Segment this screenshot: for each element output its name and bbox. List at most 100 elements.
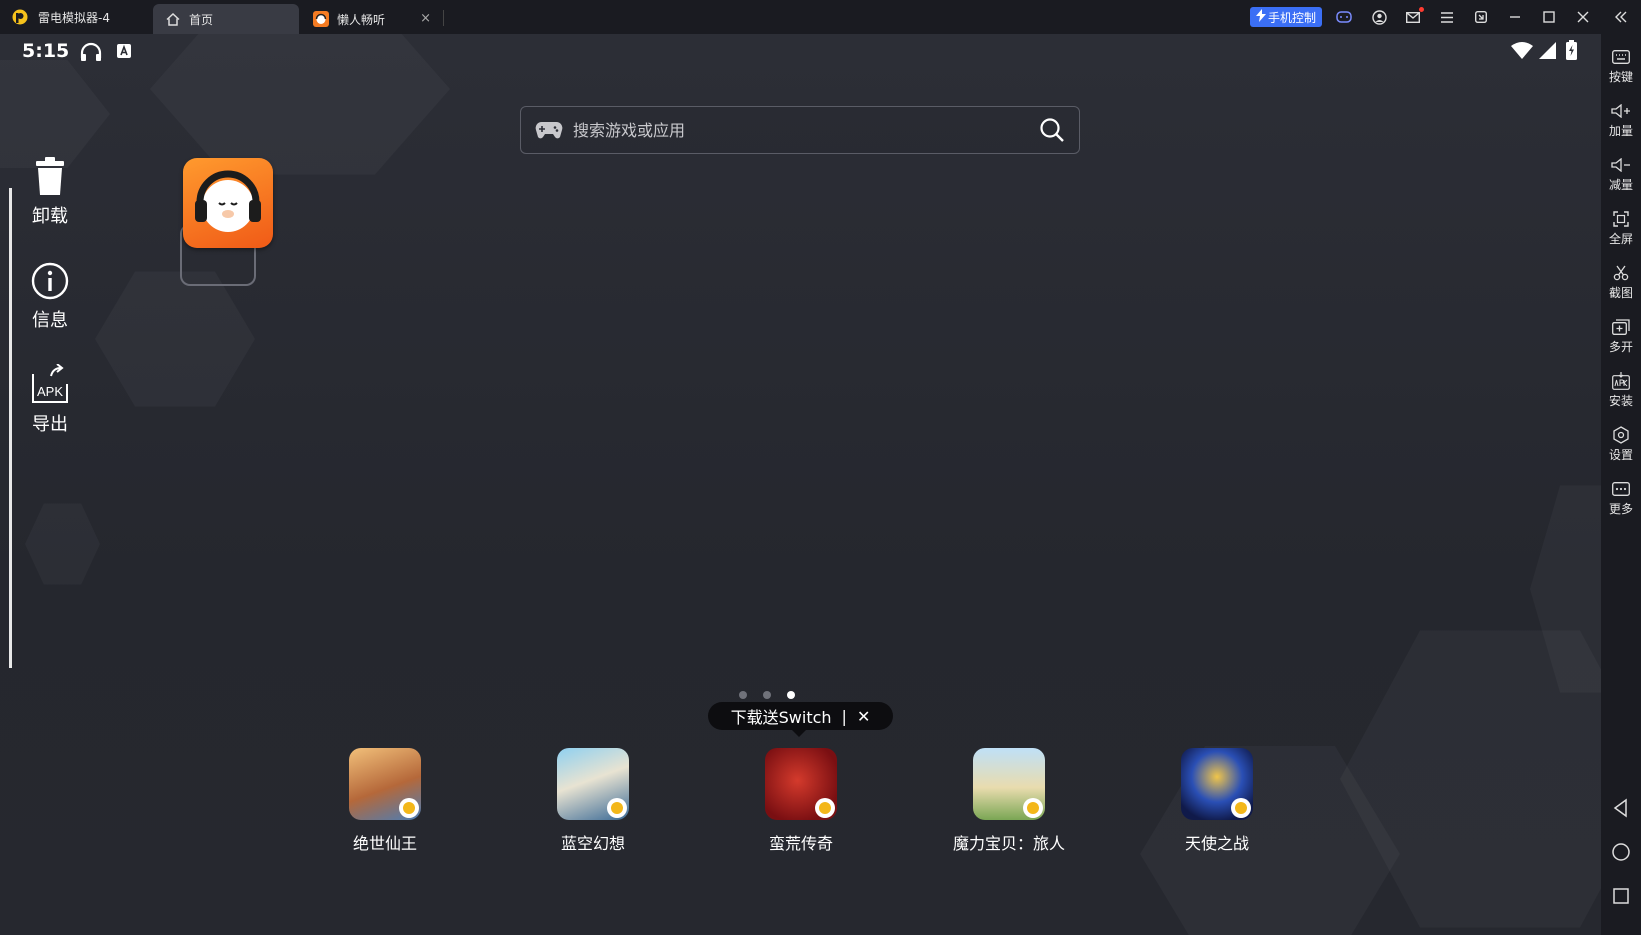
lanren-headphones-icon bbox=[195, 170, 261, 232]
install-apk-button[interactable]: 安装 bbox=[1601, 370, 1641, 409]
uninstall-label: 卸载 bbox=[32, 206, 68, 227]
collapse-sidebar-icon[interactable] bbox=[1612, 8, 1630, 26]
maximize-icon[interactable] bbox=[1540, 8, 1558, 26]
settings-label: 设置 bbox=[1608, 448, 1633, 462]
menu-icon[interactable] bbox=[1438, 8, 1456, 26]
ld-badge-icon bbox=[399, 798, 419, 818]
tab-lanren[interactable]: 懒人畅听 × bbox=[301, 4, 441, 34]
phone-control-label: 手机控制 bbox=[1268, 10, 1317, 25]
dock-app-jueshixianwang[interactable]: 绝世仙王 bbox=[305, 748, 465, 854]
tab-divider bbox=[443, 10, 444, 26]
minimize-icon[interactable] bbox=[1506, 8, 1524, 26]
fullscreen-button[interactable]: 全屏 bbox=[1601, 208, 1641, 247]
battery-charging-icon bbox=[1566, 40, 1577, 60]
scissors-icon bbox=[1613, 265, 1629, 281]
gamepad-icon[interactable] bbox=[1335, 8, 1353, 26]
dock-app-manhuangchuanqi[interactable]: 蛮荒传奇 bbox=[721, 748, 881, 854]
promo-text: 下载送Switch bbox=[730, 708, 832, 727]
window-title: 雷电模拟器-4 bbox=[38, 11, 110, 25]
lanren-app-icon bbox=[313, 11, 329, 27]
screenshot-button[interactable]: 截图 bbox=[1601, 262, 1641, 301]
volume-up-label: 加量 bbox=[1608, 124, 1633, 138]
apk-install-icon bbox=[1612, 372, 1630, 390]
nav-back-icon[interactable] bbox=[1611, 798, 1631, 818]
android-screen[interactable]: 5:15 卸载 bbox=[0, 34, 1601, 935]
dock-app-label: 绝世仙王 bbox=[352, 834, 417, 853]
game-icon bbox=[973, 748, 1045, 820]
signal-icon bbox=[1539, 42, 1556, 59]
keyboard-a-icon bbox=[117, 44, 131, 58]
uninstall-action[interactable]: 卸载 bbox=[22, 152, 78, 228]
tab-home[interactable]: 首页 bbox=[153, 4, 299, 34]
background-hexagon bbox=[25, 504, 100, 585]
tab-lanren-label: 懒人畅听 bbox=[337, 12, 386, 27]
info-action[interactable]: 信息 bbox=[22, 256, 78, 332]
game-icon bbox=[557, 748, 629, 820]
search-bar[interactable] bbox=[520, 106, 1080, 154]
page-dot[interactable] bbox=[763, 691, 771, 699]
dock-app-lankonghuanxiang[interactable]: 蓝空幻想 bbox=[513, 748, 673, 854]
drag-panel-edge bbox=[0, 188, 12, 668]
fullscreen-icon bbox=[1613, 211, 1629, 227]
screenshot-label: 截图 bbox=[1608, 286, 1633, 300]
promo-close-icon[interactable]: ✕ bbox=[857, 707, 870, 726]
settings-button[interactable]: 设置 bbox=[1601, 424, 1641, 463]
title-bar: 雷电模拟器-4 首页 懒人畅听 × 手机控制 bbox=[0, 0, 1641, 34]
ld-badge-icon bbox=[1231, 798, 1251, 818]
volume-down-button[interactable]: 减量 bbox=[1601, 154, 1641, 193]
dock-app-label: 蛮荒传奇 bbox=[768, 834, 833, 853]
nav-recents-icon[interactable] bbox=[1611, 886, 1631, 906]
mail-icon[interactable] bbox=[1404, 7, 1424, 26]
tab-close-icon[interactable]: × bbox=[420, 11, 431, 26]
lightning-icon bbox=[1256, 9, 1266, 25]
ld-badge-icon bbox=[607, 798, 627, 818]
nav-home-icon[interactable] bbox=[1611, 842, 1631, 862]
right-toolbar: 按键 加量 减量 全屏 截图 多开 安装 设置 更多 bbox=[1601, 34, 1641, 935]
more-button[interactable]: 更多 bbox=[1601, 478, 1641, 517]
volume-up-icon bbox=[1611, 104, 1630, 118]
status-clock: 5:15 bbox=[22, 40, 70, 62]
promo-tooltip[interactable]: 下载送Switch | ✕ bbox=[708, 702, 893, 737]
home-icon bbox=[165, 11, 181, 27]
search-icon[interactable] bbox=[1039, 117, 1065, 143]
game-icon bbox=[1181, 748, 1253, 820]
game-icon bbox=[765, 748, 837, 820]
headphones-icon bbox=[80, 42, 102, 61]
settings-icon bbox=[1613, 426, 1629, 444]
info-label: 信息 bbox=[32, 310, 68, 331]
keymap-label: 按键 bbox=[1608, 70, 1633, 84]
multi-instance-icon bbox=[1612, 319, 1630, 335]
trash-icon bbox=[36, 157, 64, 195]
info-icon bbox=[31, 262, 69, 300]
more-icon bbox=[1612, 482, 1630, 496]
dock-app-tianshizhizhan[interactable]: 天使之战 bbox=[1137, 748, 1297, 854]
pin-window-icon[interactable] bbox=[1472, 8, 1490, 26]
fullscreen-label: 全屏 bbox=[1608, 232, 1633, 246]
wifi-icon bbox=[1511, 42, 1533, 59]
notification-dot bbox=[1419, 7, 1424, 12]
page-dot[interactable] bbox=[739, 691, 747, 699]
volume-down-label: 减量 bbox=[1608, 178, 1633, 192]
promo-divider: | bbox=[841, 706, 847, 726]
dock-app-label: 魔力宝贝：旅人 bbox=[952, 834, 1065, 853]
dock-app-label: 蓝空幻想 bbox=[560, 834, 625, 853]
volume-up-button[interactable]: 加量 bbox=[1601, 100, 1641, 139]
gamepad-search-icon bbox=[535, 121, 563, 139]
apk-icon-text: APK bbox=[37, 384, 63, 399]
user-icon[interactable] bbox=[1370, 8, 1388, 26]
ld-badge-icon bbox=[1023, 798, 1043, 818]
dock-app-molibaobei[interactable]: 魔力宝贝：旅人 bbox=[929, 748, 1089, 854]
keyboard-icon bbox=[1612, 50, 1630, 64]
page-dot-active[interactable] bbox=[787, 691, 795, 699]
game-icon bbox=[349, 748, 421, 820]
search-input[interactable] bbox=[571, 119, 1039, 141]
install-apk-label: 安装 bbox=[1608, 394, 1633, 408]
volume-down-icon bbox=[1611, 158, 1630, 172]
lanren-app-shortcut[interactable] bbox=[183, 158, 273, 248]
phone-control-button[interactable]: 手机控制 bbox=[1250, 7, 1323, 27]
close-icon[interactable] bbox=[1574, 8, 1592, 26]
export-action[interactable]: APK 导出 bbox=[22, 360, 78, 436]
keymap-button[interactable]: 按键 bbox=[1601, 46, 1641, 85]
more-label: 更多 bbox=[1608, 502, 1633, 516]
multi-instance-button[interactable]: 多开 bbox=[1601, 316, 1641, 355]
